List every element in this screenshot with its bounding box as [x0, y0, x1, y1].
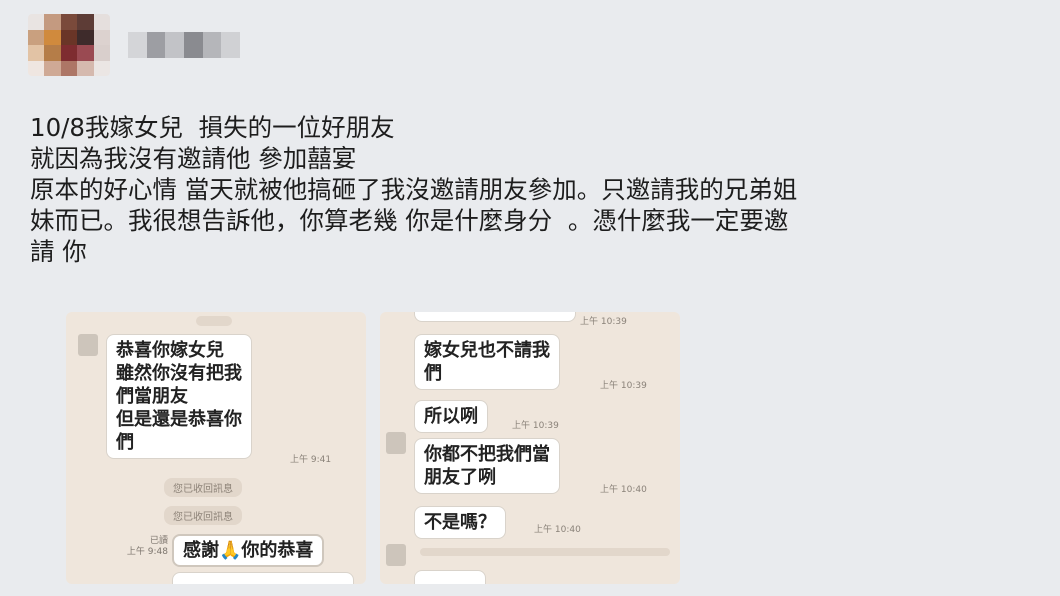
message-cutoff: [414, 570, 486, 584]
message-time: 上午 9:41: [290, 455, 332, 465]
author-name-blurred[interactable]: [128, 32, 240, 58]
message-time: 上午 9:48: [126, 547, 168, 557]
post-body: 10/8我嫁女兒 損失的一位好朋友 就因為我沒有邀請他 參加囍宴 原本的好心情 …: [30, 112, 1030, 267]
post-line: 10/8我嫁女兒 損失的一位好朋友: [30, 113, 395, 142]
date-divider: [420, 548, 670, 556]
incoming-message: 你都不把我們當 朋友了咧: [414, 438, 560, 494]
message-time: 上午 10:39: [512, 421, 559, 431]
post-line: 請 你: [30, 237, 87, 266]
date-divider: [196, 316, 232, 326]
incoming-message: 不是嗎？: [414, 506, 506, 539]
chat-screenshot-left[interactable]: 恭喜你嫁女兒 雖然你沒有把我 們當朋友 但是還是恭喜你 們 上午 9:41 您已…: [66, 312, 366, 584]
message-time: 上午 10:39: [580, 317, 627, 327]
incoming-message: 所以咧: [414, 400, 488, 433]
post-line: 原本的好心情 當天就被他搞砸了我沒邀請朋友參加。只邀請我的兄弟姐: [30, 175, 798, 204]
sender-avatar: [386, 432, 406, 454]
sender-avatar: [386, 544, 406, 566]
sender-avatar: [78, 334, 98, 356]
message-cutoff: [414, 312, 576, 322]
outgoing-message: 感謝🙏你的恭喜: [172, 534, 325, 567]
read-label: 已讀: [149, 536, 168, 546]
incoming-message: 嫁女兒也不請我 們: [414, 334, 560, 390]
chat-screenshot-right[interactable]: 上午 10:39 嫁女兒也不請我 們 上午 10:39 所以咧 上午 10:39…: [380, 312, 680, 584]
avatar[interactable]: [28, 14, 110, 76]
system-message: 您已收回訊息: [164, 506, 242, 525]
post-line: 妹而已。我很想告訴他，你算老幾 你是什麼身分 。憑什麼我一定要邀: [30, 206, 789, 235]
message-time: 上午 10:40: [600, 485, 647, 495]
message-time: 上午 10:39: [600, 381, 647, 391]
message-cutoff: [172, 572, 354, 584]
facebook-post: 10/8我嫁女兒 損失的一位好朋友 就因為我沒有邀請他 參加囍宴 原本的好心情 …: [0, 0, 1060, 596]
system-message: 您已收回訊息: [164, 478, 242, 497]
post-line: 就因為我沒有邀請他 參加囍宴: [30, 144, 357, 173]
read-receipt: 已讀 上午 9:48: [110, 536, 168, 558]
message-time: 上午 10:40: [534, 525, 581, 535]
incoming-message: 恭喜你嫁女兒 雖然你沒有把我 們當朋友 但是還是恭喜你 們: [106, 334, 252, 459]
